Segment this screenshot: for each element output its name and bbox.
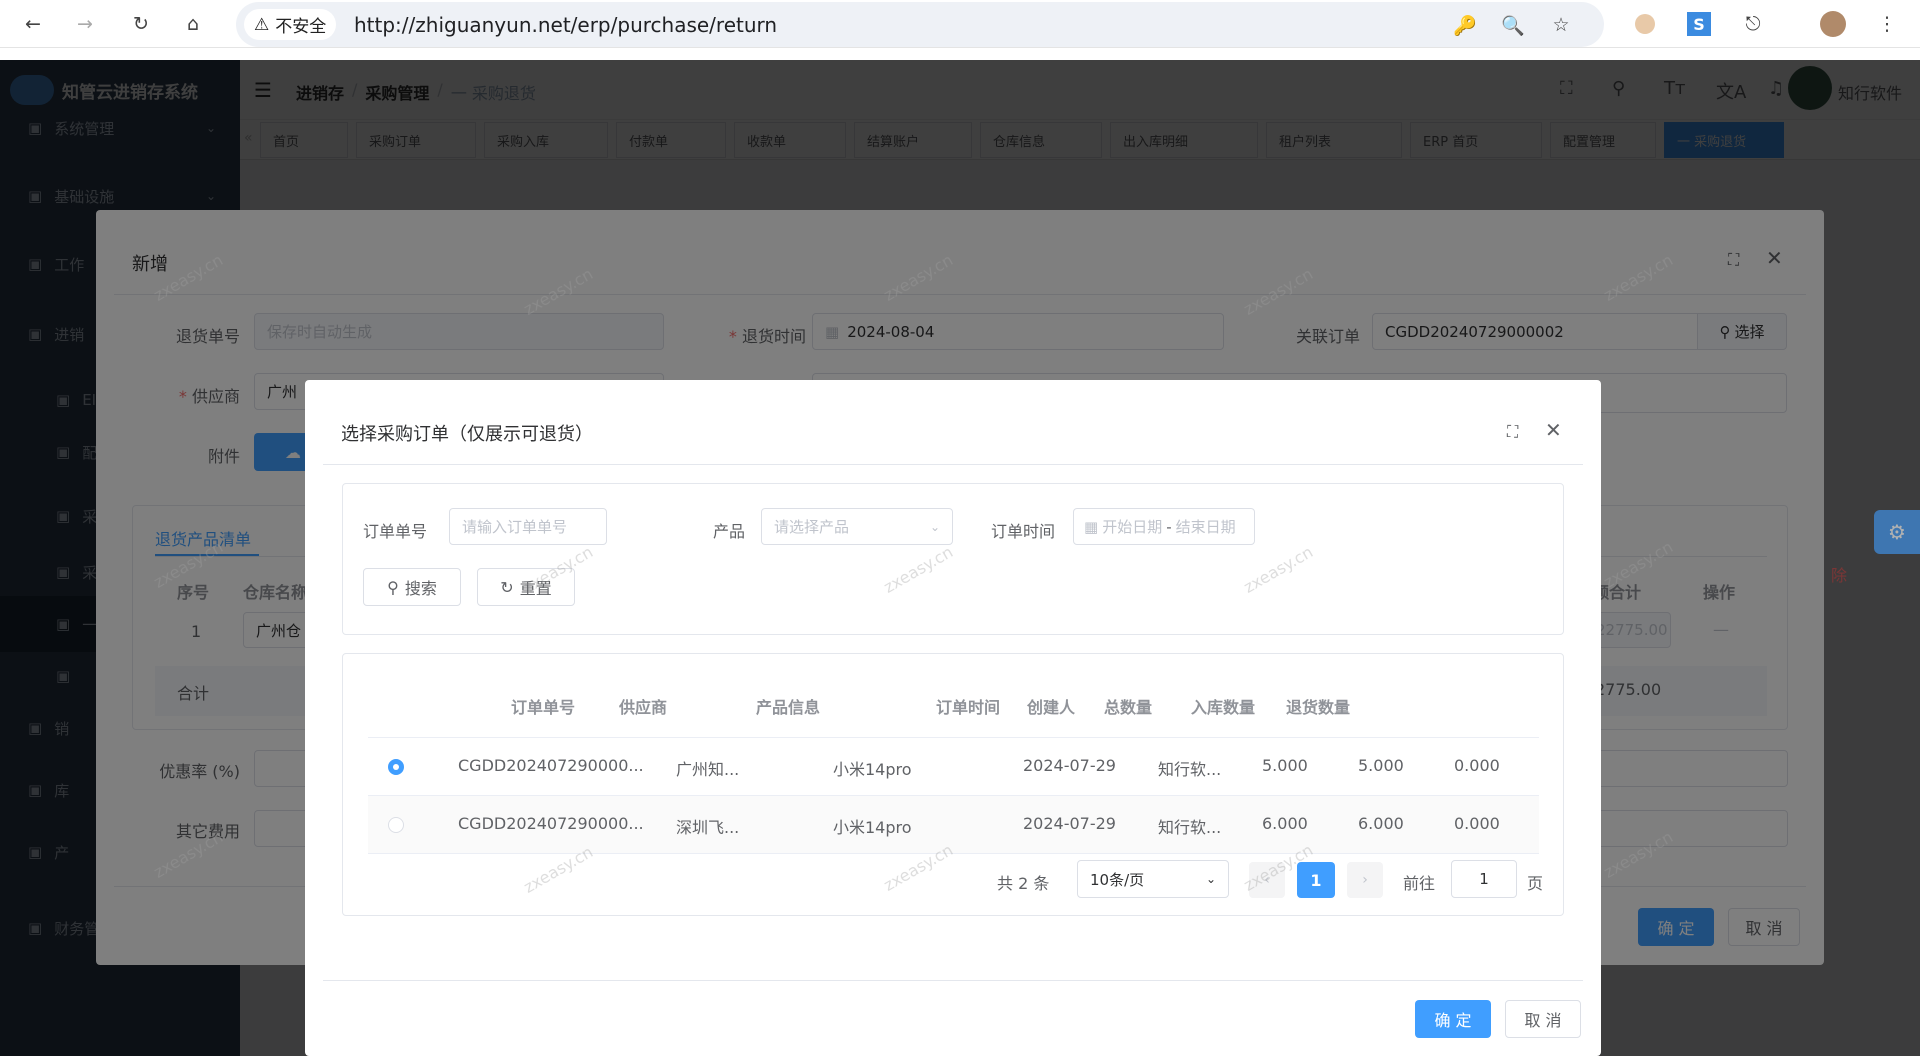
row-radio-selected[interactable] (388, 759, 404, 775)
col-order-no: 订单单号 (510, 698, 575, 717)
col-product: 产品信息 (755, 698, 820, 717)
warning-icon: ⚠ (254, 14, 270, 35)
security-label: 不安全 (275, 17, 327, 37)
table-row[interactable]: CGDD202407290000... 广州知... 小米14pro 2024-… (368, 738, 1539, 796)
cell-creator: 知行软... (1158, 760, 1222, 779)
cell-total-qty: 6.000 (1262, 814, 1308, 833)
order-time-label: 订单时间 (991, 522, 1056, 541)
col-supplier: 供应商 (618, 698, 667, 717)
cell-order-no: CGDD202407290000... (458, 756, 644, 775)
col-return-qty: 退货数量 (1285, 698, 1350, 717)
home-icon[interactable]: ⌂ (178, 9, 208, 39)
url-text[interactable]: http://zhiguanyun.net/erp/purchase/retur… (354, 13, 777, 37)
order-table-card: 订单单号 供应商 产品信息 订单时间 创建人 总数量 入库数量 退货数量 CGD… (342, 653, 1564, 916)
chevron-down-icon: ⌄ (929, 519, 940, 534)
refresh-icon: ↻ (500, 577, 514, 597)
settings-float-icon[interactable]: ⚙ (1874, 510, 1920, 554)
zoom-icon[interactable]: 🔍 (1498, 10, 1528, 40)
inner-cancel-button[interactable]: 取 消 (1505, 1000, 1581, 1038)
calendar-icon: ▦ (1084, 517, 1099, 536)
cell-return-qty: 0.000 (1454, 814, 1500, 833)
extension-s-icon[interactable]: S (1684, 9, 1714, 39)
select-purchase-order-dialog: 选择采购订单（仅展示可退货） ⛶ ✕ 订单单号 请输入订单单号 产品 请选择产品… (305, 380, 1601, 1056)
chevron-down-icon: ⌄ (1205, 872, 1216, 886)
cell-product: 小米14pro (833, 760, 912, 779)
inner-dialog-title: 选择采购订单（仅展示可退货） (341, 424, 593, 445)
forward-icon[interactable]: → (70, 9, 100, 39)
cell-product: 小米14pro (833, 818, 912, 837)
divider (323, 464, 1583, 465)
order-no-label: 订单单号 (363, 522, 428, 541)
prev-page-button[interactable]: ‹ (1249, 862, 1285, 898)
security-indicator[interactable]: ⚠ 不安全 (244, 9, 337, 40)
cell-in-qty: 6.000 (1358, 814, 1404, 833)
cell-total-qty: 5.000 (1262, 756, 1308, 775)
col-total-qty: 总数量 (1103, 698, 1152, 717)
search-icon: ⚲ (387, 577, 399, 597)
reload-icon[interactable]: ↻ (126, 9, 156, 39)
search-button[interactable]: ⚲ 搜索 (363, 568, 461, 606)
close-icon[interactable]: ✕ (1545, 418, 1562, 442)
browser-toolbar: ← → ↻ ⌂ ⚠ 不安全 http://zhiguanyun.net/erp/… (0, 0, 1920, 48)
cell-supplier: 深圳飞... (676, 818, 740, 837)
browser-menu-icon[interactable]: ⋮ (1872, 9, 1902, 39)
extensions-puzzle-icon[interactable]: ⎋ (1738, 9, 1768, 39)
reset-button[interactable]: ↻ 重置 (477, 568, 575, 606)
address-bar[interactable]: ⚠ 不安全 http://zhiguanyun.net/erp/purchase… (236, 2, 1604, 47)
col-in-qty: 入库数量 (1190, 698, 1255, 717)
cell-order-time: 2024-07-29 (1023, 756, 1116, 775)
page-size-select[interactable]: 10条/页 ⌄ (1077, 860, 1229, 898)
cell-return-qty: 0.000 (1454, 756, 1500, 775)
order-no-input[interactable]: 请输入订单单号 (449, 508, 607, 545)
filter-card: 订单单号 请输入订单单号 产品 请选择产品 ⌄ 订单时间 ▦ 开始日期 - 结束日… (342, 483, 1564, 635)
profile-avatar-icon[interactable] (1818, 9, 1848, 39)
cell-in-qty: 5.000 (1358, 756, 1404, 775)
key-icon[interactable]: 🔑 (1450, 10, 1480, 40)
cell-order-no: CGDD202407290000... (458, 814, 644, 833)
cell-supplier: 广州知... (676, 760, 740, 779)
pagination: 共 2 条 10条/页 ⌄ ‹ 1 › 前往 1 页 (343, 854, 1565, 904)
order-date-range[interactable]: ▦ 开始日期 - 结束日期 (1073, 508, 1255, 545)
divider (323, 980, 1583, 981)
bookmark-star-icon[interactable]: ☆ (1546, 10, 1576, 40)
total-count: 共 2 条 (997, 874, 1050, 893)
table-row[interactable]: CGDD202407290000... 深圳飞... 小米14pro 2024-… (368, 796, 1539, 854)
extension-avatar-icon[interactable] (1630, 9, 1660, 39)
back-icon[interactable]: ← (18, 9, 48, 39)
product-label: 产品 (713, 522, 746, 541)
maximize-icon[interactable]: ⛶ (1507, 422, 1518, 442)
goto-page-input[interactable]: 1 (1451, 860, 1517, 898)
goto-label: 前往 (1403, 874, 1436, 893)
cell-order-time: 2024-07-29 (1023, 814, 1116, 833)
cell-creator: 知行软... (1158, 818, 1222, 837)
goto-suffix: 页 (1527, 874, 1544, 893)
product-select[interactable]: 请选择产品 ⌄ (761, 508, 953, 545)
next-page-button[interactable]: › (1347, 862, 1383, 898)
inner-confirm-button[interactable]: 确 定 (1415, 1000, 1491, 1038)
page-number-current[interactable]: 1 (1297, 862, 1335, 898)
row-radio[interactable] (388, 817, 404, 833)
